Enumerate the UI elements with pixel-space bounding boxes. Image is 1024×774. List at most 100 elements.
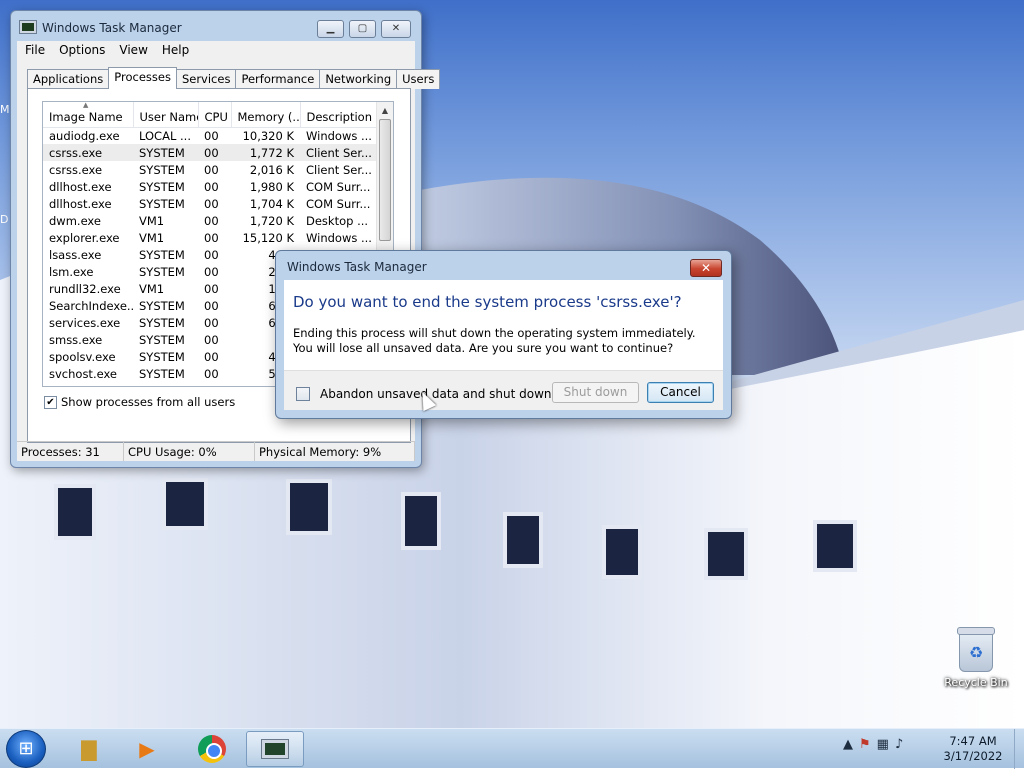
process-description-cell: Windows ... — [306, 230, 372, 245]
scrollbar-thumb[interactable] — [379, 119, 391, 241]
column-header-user-name[interactable]: User Name — [133, 102, 199, 128]
dialog-close-button[interactable]: ✕ — [690, 259, 722, 277]
column-header-image-name[interactable]: ▲ Image Name — [43, 102, 134, 128]
tab-strip: Applications Processes Services Performa… — [27, 67, 441, 89]
process-cpu-cell: 00 — [204, 213, 219, 228]
process-description-cell: Desktop ... — [306, 213, 369, 228]
show-all-processes-option[interactable]: ✔ Show processes from all users — [44, 395, 235, 409]
cancel-button[interactable]: Cancel — [647, 382, 714, 403]
start-button[interactable]: ⊞ — [6, 730, 46, 768]
process-name-cell: smss.exe — [49, 332, 103, 347]
recycle-bin-shortcut[interactable]: Recycle Bin — [942, 627, 1010, 689]
abandon-data-label: Abandon unsaved data and shut down. — [320, 387, 556, 401]
process-description-cell: COM Surr... — [306, 196, 371, 211]
tab-networking[interactable]: Networking — [319, 69, 398, 89]
menu-options[interactable]: Options — [53, 41, 113, 61]
volume-icon[interactable]: ♪ — [895, 737, 903, 752]
process-cpu-cell: 00 — [198, 144, 231, 161]
status-physical-memory: Physical Memory: 9% — [255, 442, 415, 461]
process-memory-cell: 1,704 K — [249, 196, 294, 211]
process-memory-cell: 2,016 K — [249, 162, 294, 177]
menu-view[interactable]: View — [113, 41, 155, 61]
menu-file[interactable]: File — [19, 41, 53, 61]
process-user-cell: SYSTEM — [139, 247, 185, 262]
scroll-up-arrow-icon[interactable]: ▲ — [377, 102, 393, 119]
media-player-icon: ▶ — [139, 737, 155, 761]
network-icon[interactable]: ▦ — [877, 737, 889, 752]
process-row[interactable]: dllhost.exe SYSTEM 00 1,980 K COM Surr... — [43, 178, 377, 195]
process-table-header: ▲ Image Name User Name CPU Memory (... De… — [43, 102, 378, 128]
process-user-cell: SYSTEM — [139, 332, 185, 347]
process-row[interactable]: csrss.exe SYSTEM 00 2,016 K Client Ser... — [43, 161, 377, 178]
process-name-cell: services.exe — [49, 315, 121, 330]
process-memory-cell: 1,772 K — [231, 144, 300, 161]
task-manager-titlebar[interactable]: Windows Task Manager ▁ ▢ ✕ — [11, 11, 421, 41]
desktop-edge-letter: M — [0, 103, 10, 116]
status-process-count: Processes: 31 — [17, 442, 124, 461]
notification-area: ▲ ⚑ ▦ ♪ — [843, 737, 903, 752]
chrome-icon — [198, 735, 226, 763]
maximize-button[interactable]: ▢ — [349, 20, 376, 38]
process-name-cell: dllhost.exe — [49, 196, 112, 211]
desktop-edge-letter: D — [0, 213, 9, 226]
process-row[interactable]: explorer.exe VM1 00 15,120 K Windows ... — [43, 229, 377, 246]
tab-applications[interactable]: Applications — [27, 69, 110, 89]
process-name-cell: SearchIndexe... — [49, 298, 133, 313]
taskbar-task-manager[interactable] — [246, 731, 304, 767]
process-name-cell: dwm.exe — [49, 213, 101, 228]
close-icon: ✕ — [700, 261, 712, 275]
clock-time: 7:47 AM — [949, 734, 997, 748]
minimize-button[interactable]: ▁ — [317, 20, 344, 38]
abandon-data-checkbox[interactable] — [296, 387, 310, 401]
process-name-cell: spoolsv.exe — [49, 349, 116, 364]
dialog-message: Ending this process will shut down the o… — [293, 326, 696, 355]
tab-users[interactable]: Users — [396, 69, 441, 89]
process-memory-cell: 15,120 K — [242, 230, 294, 245]
process-row[interactable]: audiodg.exe LOCAL ... 00 10,320 K Windows ..… — [43, 127, 377, 144]
task-manager-title: Windows Task Manager — [42, 21, 182, 35]
show-desktop-button[interactable] — [1014, 729, 1024, 769]
folder-icon: ▇ — [81, 737, 97, 761]
process-description-cell: Client Ser... — [300, 144, 377, 161]
show-hidden-icons-icon[interactable]: ▲ — [843, 737, 853, 752]
process-description-cell: Windows ... — [306, 128, 372, 143]
process-user-cell: SYSTEM — [139, 162, 185, 177]
column-header-label: Image Name — [49, 110, 123, 125]
process-user-cell: SYSTEM — [139, 264, 185, 279]
process-user-cell: SYSTEM — [139, 298, 185, 313]
process-row[interactable]: dwm.exe VM1 00 1,720 K Desktop ... — [43, 212, 377, 229]
show-all-processes-checkbox[interactable]: ✔ — [44, 395, 57, 409]
taskbar-google-chrome[interactable] — [183, 731, 241, 767]
show-all-processes-label: Show processes from all users — [61, 395, 236, 409]
tab-performance[interactable]: Performance — [235, 69, 321, 89]
recycle-bin-icon — [957, 627, 995, 672]
taskbar-windows-explorer[interactable]: ▇ — [60, 731, 118, 767]
tab-services[interactable]: Services — [175, 69, 237, 89]
process-cpu-cell: 00 — [204, 179, 219, 194]
menu-help[interactable]: Help — [156, 41, 197, 61]
process-user-cell: VM1 — [139, 230, 165, 245]
dialog-content: Do you want to end the system process 'c… — [284, 280, 723, 370]
process-name-cell: csrss.exe — [43, 144, 133, 161]
process-row[interactable]: csrss.exe SYSTEM 00 1,772 K Client Ser... — [43, 144, 377, 161]
action-center-icon[interactable]: ⚑ — [859, 737, 871, 752]
process-cpu-cell: 00 — [204, 162, 219, 177]
process-user-cell: SYSTEM — [139, 315, 185, 330]
dialog-title: Windows Task Manager — [287, 260, 427, 274]
taskbar-media-player[interactable]: ▶ — [118, 731, 176, 767]
column-header-memory[interactable]: Memory (... — [231, 102, 301, 128]
system-clock[interactable]: 7:47 AM 3/17/2022 — [935, 734, 1011, 764]
checkmark-icon: ✔ — [46, 396, 55, 408]
close-button[interactable]: ✕ — [381, 20, 411, 38]
process-row[interactable]: dllhost.exe SYSTEM 00 1,704 K COM Surr... — [43, 195, 377, 212]
shut-down-button[interactable]: Shut down — [552, 382, 639, 403]
column-header-description[interactable]: Description — [300, 102, 378, 128]
task-manager-app-icon — [20, 21, 36, 33]
windows-logo-icon: ⊞ — [18, 738, 34, 759]
column-header-cpu[interactable]: CPU — [198, 102, 232, 128]
close-icon: ✕ — [391, 23, 401, 34]
tab-processes[interactable]: Processes — [108, 67, 177, 89]
taskbar: ⊞ ▇ ▶ ▲ ⚑ ▦ ♪ 7:47 AM 3/17/2022 — [0, 728, 1024, 769]
sort-ascending-icon: ▲ — [83, 102, 89, 109]
process-memory-cell: 1,720 K — [249, 213, 294, 228]
